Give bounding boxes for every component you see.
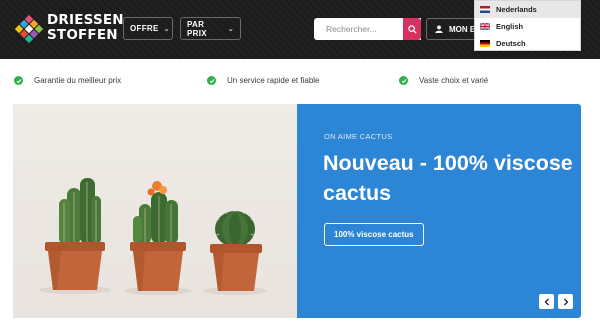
check-circle-icon [207, 76, 216, 85]
nav-offre-label: OFFRE [130, 24, 159, 33]
hero-banner: ON AIME CACTUS Nouveau - 100% viscose ca… [13, 104, 581, 318]
hero-eyebrow: ON AIME CACTUS [324, 132, 393, 141]
hero-title: Nouveau - 100% viscose cactus [323, 151, 573, 205]
hero-panel: ON AIME CACTUS Nouveau - 100% viscose ca… [297, 104, 581, 318]
language-label: Deutsch [496, 39, 526, 48]
flag-uk-icon [480, 23, 490, 30]
search-input[interactable] [314, 18, 404, 40]
usp-item: Garantie du meilleur prix [14, 76, 121, 85]
user-icon [435, 25, 443, 33]
language-option-nederlands[interactable]: Nederlands [475, 1, 580, 18]
brand-line-2: STOFFEN [47, 27, 118, 43]
language-dropdown: Nederlands English Deutsch [474, 0, 581, 51]
usp-text: Garantie du meilleur prix [34, 76, 122, 85]
search-icon [407, 24, 417, 34]
check-circle-icon [399, 76, 408, 85]
usp-item: Un service rapide et fiable [207, 76, 320, 85]
cactus-pot-left [45, 178, 105, 290]
search-button[interactable] [403, 18, 421, 40]
check-circle-icon [14, 76, 23, 85]
chevron-right-icon [563, 298, 568, 305]
usp-text: Vaste choix et varié [419, 76, 489, 85]
chevron-down-icon: ⌄ [163, 25, 170, 33]
language-label: English [496, 22, 524, 31]
language-option-english[interactable]: English [475, 18, 580, 35]
hero-image[interactable] [13, 104, 297, 318]
nav-offre-button[interactable]: OFFRE ⌄ [123, 17, 173, 40]
flag-nl-icon [480, 6, 490, 13]
carousel-next-button[interactable] [558, 294, 573, 309]
usp-text: Un service rapide et fiable [227, 76, 320, 85]
usp-item: Vaste choix et varié [399, 76, 488, 85]
cactus-illustration [39, 178, 267, 295]
account-label: MON E [449, 24, 476, 34]
nav-par-prix-label: PAR PRIX [187, 19, 207, 38]
language-option-deutsch[interactable]: Deutsch [475, 35, 580, 52]
language-label: Nederlands [496, 5, 537, 14]
chevron-left-icon [544, 298, 549, 305]
chevron-down-icon: ⌄ [227, 25, 234, 33]
cactus-pot-middle [130, 181, 186, 291]
flag-de-icon [480, 40, 490, 47]
cactus-pot-right [210, 208, 262, 291]
hero-cta-button[interactable]: 100% viscose cactus [324, 223, 424, 246]
logo-mark-icon [14, 14, 44, 44]
brand-line-1: DRIESSEN [47, 12, 124, 28]
brand-name: DRIESSEN STOFFEN [47, 13, 124, 43]
brand-logo[interactable]: DRIESSEN STOFFEN [13, 11, 124, 47]
nav-par-prix-button[interactable]: PAR PRIX ⌄ [180, 17, 241, 40]
carousel-prev-button[interactable] [539, 294, 554, 309]
